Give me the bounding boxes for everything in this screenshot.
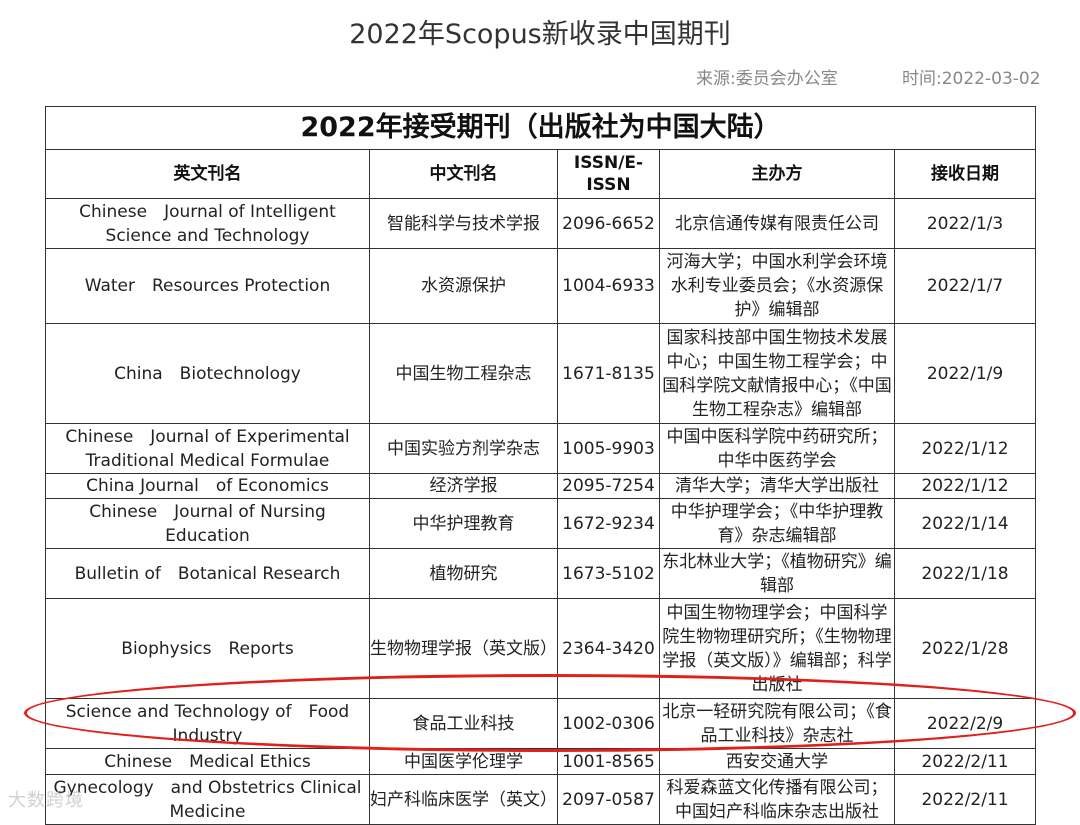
table-row: Science and Technology of Food Industry … bbox=[45, 698, 1037, 749]
cell-date: 2022/1/14 bbox=[893, 498, 1037, 549]
cell-cn: 生物物理学报（英文版） bbox=[369, 598, 558, 699]
table-row: Chinese Medical Ethics 中国医学伦理学 1001-8565… bbox=[45, 748, 1037, 775]
cell-cn: 中国实验方剂学杂志 bbox=[369, 423, 558, 474]
watermark: 大数跨境 bbox=[8, 790, 84, 811]
cell-en: Chinese Medical Ethics bbox=[45, 748, 370, 775]
cell-org: 河海大学；中国水利学会环境水利专业委员会；《水资源保护》编辑部 bbox=[659, 248, 895, 324]
cell-issn: 1004-6933 bbox=[557, 248, 660, 324]
cell-date: 2022/1/12 bbox=[893, 473, 1037, 499]
table-row: Chinese Journal of Experimental Traditio… bbox=[45, 423, 1037, 474]
cell-cn: 中国生物工程杂志 bbox=[369, 323, 558, 424]
cell-issn: 2097-0587 bbox=[557, 774, 660, 825]
table-title: 2022年接受期刊（出版社为中国大陆） bbox=[44, 106, 1037, 150]
table-row: Bulletin of Botanical Research 植物研究 1673… bbox=[45, 548, 1037, 599]
table-row: China Biotechnology 中国生物工程杂志 1671-8135 国… bbox=[45, 323, 1037, 424]
cell-cn: 水资源保护 bbox=[369, 248, 558, 324]
table-row: Chinese Journal of Intelligent Science a… bbox=[45, 198, 1037, 249]
cell-org: 西安交通大学 bbox=[659, 748, 895, 775]
cell-cn: 中国医学伦理学 bbox=[369, 748, 558, 775]
cell-org: 中国中医科学院中药研究所；中华中医药学会 bbox=[659, 423, 895, 474]
cell-date: 2022/1/9 bbox=[893, 323, 1037, 424]
cell-cn: 植物研究 bbox=[369, 548, 558, 599]
cell-issn: 1673-5102 bbox=[557, 548, 660, 599]
header-date: 接收日期 bbox=[893, 149, 1037, 199]
cell-org: 中华护理学会；《中华护理教育》杂志编辑部 bbox=[659, 498, 895, 549]
cell-issn: 2096-6652 bbox=[557, 198, 660, 249]
table-row: Biophysics Reports 生物物理学报（英文版） 2364-3420… bbox=[45, 598, 1037, 699]
table-row: China Journal of Economics 经济学报 2095-725… bbox=[45, 473, 1037, 499]
cell-en: Science and Technology of Food Industry bbox=[45, 698, 370, 749]
cell-issn: 2364-3420 bbox=[557, 598, 660, 699]
cell-org: 中国生物物理学会；中国科学院生物物理研究所；《生物物理学报（英文版）》编辑部；科… bbox=[659, 598, 895, 699]
cell-en: Biophysics Reports bbox=[45, 598, 370, 699]
journal-table: 2022年接受期刊（出版社为中国大陆） 英文刊名 中文刊名 ISSN/E-ISS… bbox=[44, 106, 1037, 825]
cell-en: Bulletin of Botanical Research bbox=[45, 548, 370, 599]
cell-date: 2022/2/11 bbox=[893, 748, 1037, 775]
cell-date: 2022/1/12 bbox=[893, 423, 1037, 474]
header-issn: ISSN/E-ISSN bbox=[557, 149, 660, 199]
cell-org: 清华大学；清华大学出版社 bbox=[659, 473, 895, 499]
cell-date: 2022/2/11 bbox=[893, 774, 1037, 825]
table-header-row: 英文刊名 中文刊名 ISSN/E-ISSN 主办方 接收日期 bbox=[45, 149, 1037, 199]
cell-org: 国家科技部中国生物技术发展中心；中国生物工程学会；中国科学院文献情报中心；《中国… bbox=[659, 323, 895, 424]
cell-cn: 妇产科临床医学（英文） bbox=[369, 774, 558, 825]
cell-cn: 食品工业科技 bbox=[369, 698, 558, 749]
cell-date: 2022/1/3 bbox=[893, 198, 1037, 249]
cell-org: 北京一轻研究院有限公司；《食品工业科技》杂志社 bbox=[659, 698, 895, 749]
cell-issn: 1005-9903 bbox=[557, 423, 660, 474]
header-organizer: 主办方 bbox=[659, 149, 895, 199]
cell-cn: 中华护理教育 bbox=[369, 498, 558, 549]
cell-date: 2022/2/9 bbox=[893, 698, 1037, 749]
page-title: 2022年Scopus新收录中国期刊 bbox=[349, 19, 731, 50]
cell-org: 东北林业大学；《植物研究》编辑部 bbox=[659, 548, 895, 599]
cell-org: 科爱森蓝文化传播有限公司；中国妇产科临床杂志出版社 bbox=[659, 774, 895, 825]
cell-issn: 1001-8565 bbox=[557, 748, 660, 775]
cell-org: 北京信通传媒有限责任公司 bbox=[659, 198, 895, 249]
cell-cn: 经济学报 bbox=[369, 473, 558, 499]
cell-en: Chinese Journal of Nursing Education bbox=[45, 498, 370, 549]
cell-en: Chinese Journal of Intelligent Science a… bbox=[45, 198, 370, 249]
article-source: 来源:委员会办公室 bbox=[696, 69, 838, 89]
table-title-row: 2022年接受期刊（出版社为中国大陆） bbox=[44, 106, 1037, 150]
cell-issn: 1002-0306 bbox=[557, 698, 660, 749]
table-row: Gynecology and Obstetrics Clinical Medic… bbox=[45, 774, 1037, 825]
cell-issn: 1672-9234 bbox=[557, 498, 660, 549]
cell-en: Chinese Journal of Experimental Traditio… bbox=[45, 423, 370, 474]
cell-date: 2022/1/18 bbox=[893, 548, 1037, 599]
cell-cn: 智能科学与技术学报 bbox=[369, 198, 558, 249]
cell-date: 2022/1/28 bbox=[893, 598, 1037, 699]
article-time: 时间:2022-03-02 bbox=[902, 69, 1041, 89]
cell-en: Gynecology and Obstetrics Clinical Medic… bbox=[45, 774, 370, 825]
cell-date: 2022/1/7 bbox=[893, 248, 1037, 324]
cell-en: China Biotechnology bbox=[45, 323, 370, 424]
cell-issn: 2095-7254 bbox=[557, 473, 660, 499]
cell-en: China Journal of Economics bbox=[45, 473, 370, 499]
table-row: Water Resources Protection 水资源保护 1004-69… bbox=[45, 248, 1037, 324]
header-cn-name: 中文刊名 bbox=[369, 149, 558, 199]
table-row: Chinese Journal of Nursing Education 中华护… bbox=[45, 498, 1037, 549]
header-en-name: 英文刊名 bbox=[45, 149, 370, 199]
cell-issn: 1671-8135 bbox=[557, 323, 660, 424]
cell-en: Water Resources Protection bbox=[45, 248, 370, 324]
